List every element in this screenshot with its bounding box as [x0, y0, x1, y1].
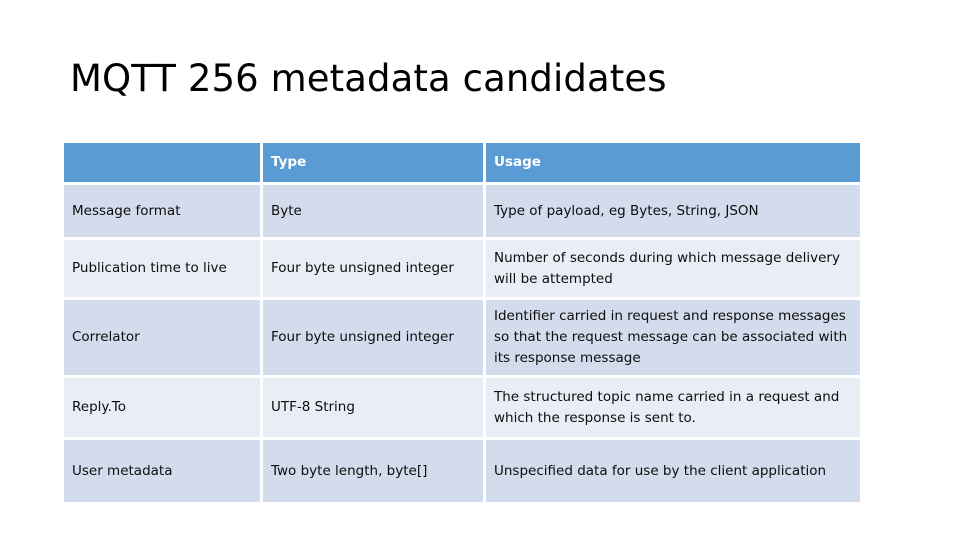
cell-candidate-usage: Identifier carried in request and respon… [486, 300, 860, 378]
cell-candidate-type: UTF-8 String [263, 378, 486, 440]
table-row: User metadata Two byte length, byte[] Un… [64, 440, 860, 502]
cell-candidate-usage: Unspecified data for use by the client a… [486, 440, 860, 502]
metadata-table-container: Type Usage Message format Byte Type of p… [64, 143, 860, 502]
cell-candidate-name: Reply.To [64, 378, 263, 440]
table-row: Publication time to live Four byte unsig… [64, 240, 860, 300]
table-row: Reply.To UTF-8 String The structured top… [64, 378, 860, 440]
cell-candidate-name: Message format [64, 185, 263, 240]
slide-canvas: MQTT 256 metadata candidates Type Usage … [0, 0, 960, 540]
table-header-row: Type Usage [64, 143, 860, 185]
cell-candidate-name: User metadata [64, 440, 263, 502]
column-header-name [64, 143, 263, 185]
column-header-type: Type [263, 143, 486, 185]
cell-candidate-usage: The structured topic name carried in a r… [486, 378, 860, 440]
table-row: Message format Byte Type of payload, eg … [64, 185, 860, 240]
column-header-usage: Usage [486, 143, 860, 185]
cell-candidate-usage: Type of payload, eg Bytes, String, JSON [486, 185, 860, 240]
cell-candidate-type: Byte [263, 185, 486, 240]
cell-candidate-type: Two byte length, byte[] [263, 440, 486, 502]
cell-candidate-usage: Number of seconds during which message d… [486, 240, 860, 300]
cell-candidate-type: Four byte unsigned integer [263, 240, 486, 300]
cell-candidate-name: Publication time to live [64, 240, 263, 300]
page-title: MQTT 256 metadata candidates [70, 57, 667, 100]
table-row: Correlator Four byte unsigned integer Id… [64, 300, 860, 378]
cell-candidate-type: Four byte unsigned integer [263, 300, 486, 378]
cell-candidate-name: Correlator [64, 300, 263, 378]
metadata-table: Type Usage Message format Byte Type of p… [64, 143, 860, 502]
